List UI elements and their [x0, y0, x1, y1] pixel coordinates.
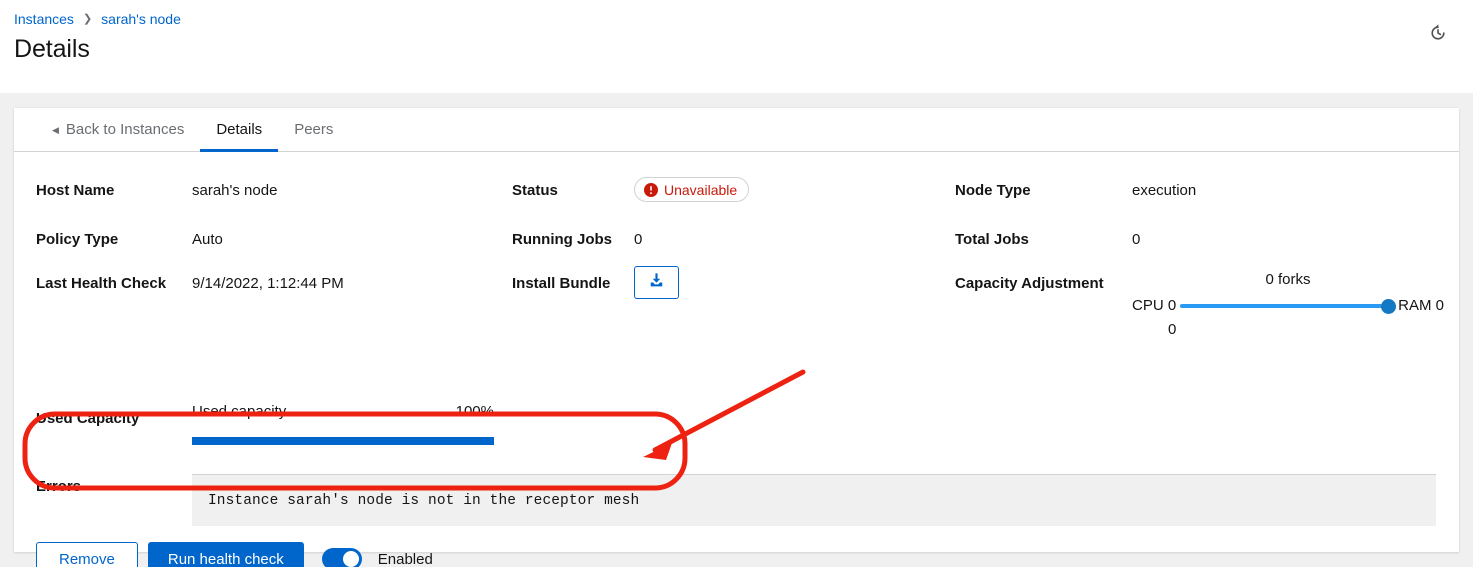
field-total-jobs-value: 0 — [1132, 230, 1140, 250]
field-status-label: Status — [512, 181, 558, 201]
exclamation-circle-icon — [644, 183, 658, 197]
page-header: Instances ❯ sarah's node Details — [0, 0, 1473, 93]
breadcrumb-item-node[interactable]: sarah's node — [101, 10, 181, 28]
enabled-toggle-label: Enabled — [378, 551, 433, 567]
field-policy-type-label: Policy Type — [36, 230, 118, 250]
download-icon — [648, 272, 665, 294]
errors-message-box: Instance sarah's node is not in the rece… — [192, 474, 1436, 526]
used-capacity-progress: Used capacity 100% — [192, 402, 494, 445]
field-node-type-value: execution — [1132, 181, 1196, 201]
progress-bar-track — [192, 437, 494, 445]
field-last-health-check-value: 9/14/2022, 1:12:44 PM — [192, 274, 344, 294]
breadcrumb-separator-icon: ❯ — [83, 10, 92, 28]
field-host-name-label: Host Name — [36, 181, 114, 201]
progress-bar-fill — [192, 437, 494, 445]
tab-details[interactable]: Details — [200, 108, 278, 151]
field-running-jobs-value: 0 — [634, 230, 642, 250]
tab-back-to-instances-label: Back to Instances — [66, 121, 184, 138]
field-last-health-check-label: Last Health Check — [36, 274, 166, 294]
field-running-jobs-label: Running Jobs — [512, 230, 612, 250]
tab-back-to-instances[interactable]: ◀ Back to Instances — [36, 108, 200, 151]
capacity-adjustment-value: 0 — [1168, 320, 1176, 340]
tab-details-label: Details — [216, 121, 262, 138]
page-root: Instances ❯ sarah's node Details ◀ Back … — [0, 0, 1473, 567]
field-errors-label: Errors — [36, 477, 81, 497]
toggle-knob — [343, 551, 359, 567]
slider-track — [1180, 304, 1394, 308]
capacity-adjustment-slider[interactable] — [1180, 296, 1394, 316]
run-health-check-button[interactable]: Run health check — [148, 542, 304, 567]
field-total-jobs-label: Total Jobs — [955, 230, 1029, 250]
status-badge-label: Unavailable — [664, 183, 737, 197]
install-bundle-download-button[interactable] — [634, 266, 679, 299]
field-policy-type-value: Auto — [192, 230, 223, 250]
tab-bar: ◀ Back to Instances Details Peers — [14, 108, 1459, 152]
enabled-toggle[interactable] — [322, 548, 362, 567]
capacity-forks-label: 0 forks — [1132, 270, 1444, 290]
history-icon[interactable] — [1425, 20, 1451, 46]
capacity-cpu-label: CPU 0 — [1132, 296, 1176, 316]
field-install-bundle-label: Install Bundle — [512, 274, 610, 294]
breadcrumb: Instances ❯ sarah's node — [14, 10, 181, 28]
field-node-type-label: Node Type — [955, 181, 1031, 201]
errors-message-text: Instance sarah's node is not in the rece… — [208, 493, 639, 509]
field-capacity-adjustment-label: Capacity Adjustment — [955, 274, 1104, 294]
breadcrumb-item-instances[interactable]: Instances — [14, 10, 74, 28]
tab-peers-label: Peers — [294, 121, 333, 138]
status-badge: Unavailable — [634, 177, 749, 202]
action-bar: Remove Run health check Enabled — [36, 542, 433, 567]
used-capacity-bar-label: Used capacity — [192, 402, 286, 422]
details-card: ◀ Back to Instances Details Peers Host N… — [14, 108, 1459, 552]
remove-button[interactable]: Remove — [36, 542, 138, 567]
used-capacity-percent: 100% — [456, 402, 494, 422]
field-used-capacity-label: Used Capacity — [36, 409, 139, 429]
capacity-adjustment-control: 0 forks CPU 0 RAM 0 0 — [1132, 270, 1444, 340]
slider-thumb[interactable] — [1381, 299, 1396, 314]
page-title: Details — [14, 33, 90, 65]
field-host-name-value: sarah's node — [192, 181, 277, 201]
capacity-ram-label: RAM 0 — [1398, 296, 1444, 316]
tab-peers[interactable]: Peers — [278, 108, 349, 151]
chevron-left-icon: ◀ — [52, 126, 59, 135]
